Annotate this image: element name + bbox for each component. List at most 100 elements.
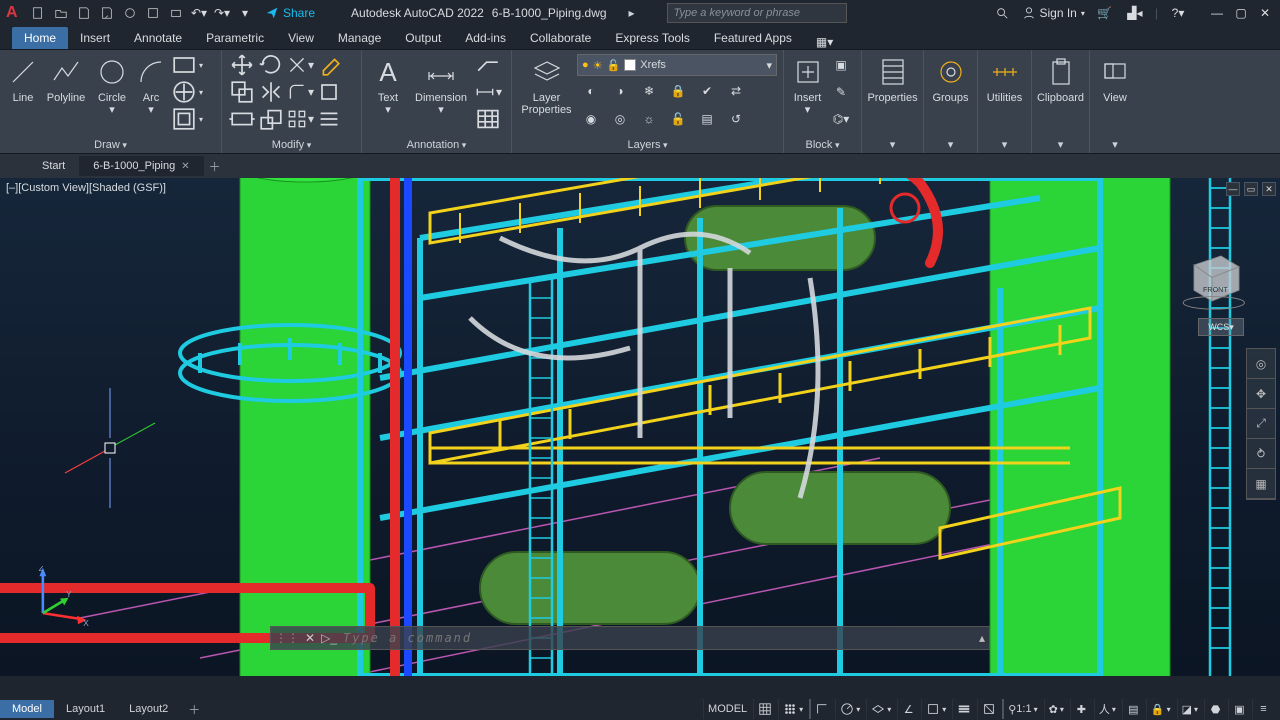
laymcur-icon[interactable]: ✔ xyxy=(693,78,721,104)
viewport[interactable]: [–][Custom View][Shaded (GSF)] — ▭ ✕ FRO… xyxy=(0,178,1280,676)
orbit-icon[interactable]: ⥁ xyxy=(1247,439,1275,469)
move-icon[interactable] xyxy=(228,52,256,78)
qat-dropdown-icon[interactable]: ▾ xyxy=(235,3,255,23)
laylck-icon[interactable]: 🔒 xyxy=(664,78,692,104)
properties-button[interactable]: Properties xyxy=(867,52,917,136)
command-line[interactable]: ⋮⋮ ✕ ▷_ ▴ xyxy=(270,626,990,650)
erase-icon[interactable] xyxy=(315,52,343,78)
layout-layout1[interactable]: Layout1 xyxy=(54,700,117,718)
leader-icon[interactable] xyxy=(474,52,502,78)
otrack-icon[interactable]: ∠ xyxy=(897,699,919,719)
panel-properties-label[interactable]: ▾ xyxy=(890,139,896,151)
polar-icon[interactable] xyxy=(835,699,864,719)
layout-layout2[interactable]: Layout2 xyxy=(117,700,180,718)
undo-icon[interactable]: ↶▾ xyxy=(189,3,209,23)
panel-draw-label[interactable]: Draw xyxy=(94,139,127,151)
offset-icon[interactable] xyxy=(315,106,343,132)
vp-view[interactable]: [Custom View] xyxy=(18,182,89,194)
array-icon[interactable]: ▾ xyxy=(286,106,314,132)
tab-home[interactable]: Home xyxy=(12,27,68,49)
open-icon[interactable] xyxy=(51,3,71,23)
pan-icon[interactable]: ✥ xyxy=(1247,379,1275,409)
text-button[interactable]: AText▾ xyxy=(368,52,408,136)
edit-attr-icon[interactable]: ⌬▾ xyxy=(827,106,855,132)
units-icon[interactable]: 人 xyxy=(1094,699,1120,719)
doctab-active[interactable]: 6-B-1000_Piping✕ xyxy=(79,156,203,176)
groups-button[interactable]: Groups xyxy=(930,52,971,136)
vp-restore-icon[interactable]: ▭ xyxy=(1244,182,1258,196)
plot-icon[interactable] xyxy=(166,3,186,23)
arc-button[interactable]: Arc▾ xyxy=(134,52,168,136)
viewcube[interactable]: FRONT xyxy=(1176,238,1248,310)
create-block-icon[interactable]: ▣ xyxy=(827,52,855,78)
saveas-icon[interactable] xyxy=(97,3,117,23)
tab-express-tools[interactable]: Express Tools xyxy=(603,27,701,49)
copy-icon[interactable] xyxy=(228,79,256,105)
lockui-icon[interactable]: 🔒 xyxy=(1146,699,1175,719)
layer-properties-button[interactable]: Layer Properties xyxy=(518,52,575,136)
tab-manage[interactable]: Manage xyxy=(326,27,393,49)
annoscale-icon[interactable]: ⚲ 1:1 xyxy=(1002,699,1041,719)
search-input[interactable]: Type a keyword or phrase xyxy=(667,3,847,23)
vp-close-icon[interactable]: ✕ xyxy=(1262,182,1276,196)
infocenter-caret-icon[interactable]: ▸ xyxy=(629,6,635,20)
laythw-icon[interactable]: ☼ xyxy=(635,106,663,132)
panel-layers-label[interactable]: Layers xyxy=(627,139,667,151)
app-store-icon[interactable]: 🛒 xyxy=(1095,3,1115,23)
help-icon[interactable]: ?▾ xyxy=(1168,3,1188,23)
transparency-icon[interactable] xyxy=(977,699,1000,719)
cmd-grip-icon[interactable]: ⋮⋮ xyxy=(275,631,299,645)
panel-block-label[interactable]: Block xyxy=(806,139,840,151)
vp-visualstyle[interactable]: [Shaded (GSF)] xyxy=(89,182,166,194)
insert-block-button[interactable]: Insert▾ xyxy=(790,52,825,136)
lwt-icon[interactable] xyxy=(952,699,975,719)
steering-wheel-icon[interactable]: ◎ xyxy=(1247,349,1275,379)
hardware-accel-icon[interactable]: ⬣ xyxy=(1204,699,1226,719)
panel-annotation-label[interactable]: Annotation xyxy=(407,139,467,151)
isodraft-icon[interactable] xyxy=(866,699,895,719)
edit-block-icon[interactable]: ✎ xyxy=(827,79,855,105)
cmd-close-icon[interactable]: ✕ xyxy=(305,631,315,645)
layoff-icon[interactable]: ◐ xyxy=(577,78,605,104)
layulk-icon[interactable]: 🔓 xyxy=(664,106,692,132)
trim-icon[interactable]: ▾ xyxy=(286,52,314,78)
scale-icon[interactable] xyxy=(257,106,285,132)
grid-icon[interactable] xyxy=(753,699,776,719)
panel-groups-label[interactable]: ▾ xyxy=(948,139,954,151)
layuniso-icon[interactable]: ◎ xyxy=(606,106,634,132)
line-button[interactable]: Line xyxy=(6,52,40,136)
ribbon-options-icon[interactable]: ▦▾ xyxy=(816,35,833,49)
polyline-button[interactable]: Polyline xyxy=(42,52,90,136)
status-model[interactable]: MODEL xyxy=(703,699,751,719)
zoom-extents-icon[interactable]: ⤢ xyxy=(1247,409,1275,439)
panel-clipboard-label[interactable]: ▾ xyxy=(1058,139,1064,151)
ellipse-icon[interactable] xyxy=(170,106,198,132)
ortho-icon[interactable] xyxy=(809,699,833,719)
circle-button[interactable]: Circle▾ xyxy=(92,52,132,136)
doctab-add-icon[interactable]: ＋ xyxy=(204,158,226,175)
layout-model[interactable]: Model xyxy=(0,700,54,718)
vp-minmax[interactable]: [–] xyxy=(6,182,18,194)
showmotion-icon[interactable]: ▦ xyxy=(1247,469,1275,499)
isolate-icon[interactable]: ◪ xyxy=(1177,699,1202,719)
openweb-icon[interactable] xyxy=(120,3,140,23)
explode-icon[interactable] xyxy=(315,79,343,105)
panel-view-label[interactable]: ▾ xyxy=(1112,139,1118,151)
save-icon[interactable] xyxy=(74,3,94,23)
utilities-button[interactable]: Utilities xyxy=(984,52,1025,136)
rectangle-icon[interactable] xyxy=(170,52,198,78)
new-icon[interactable] xyxy=(28,3,48,23)
laycur-icon[interactable]: ▤ xyxy=(693,106,721,132)
workspace-icon[interactable]: ✿ xyxy=(1044,699,1068,719)
laymatch-icon[interactable]: ⇄ xyxy=(722,78,750,104)
cmd-input[interactable] xyxy=(343,631,973,645)
quickprops-icon[interactable]: ▤ xyxy=(1122,699,1144,719)
view-button[interactable]: View xyxy=(1096,52,1134,136)
vp-minimize-icon[interactable]: — xyxy=(1226,182,1240,196)
snap-icon[interactable] xyxy=(778,699,807,719)
signin-button[interactable]: Sign In ▾ xyxy=(1022,6,1085,20)
doctab-close-icon[interactable]: ✕ xyxy=(181,161,189,172)
layout-add-icon[interactable]: ＋ xyxy=(180,701,208,718)
customize-icon[interactable]: ≡ xyxy=(1252,699,1274,719)
tab-view[interactable]: View xyxy=(276,27,326,49)
